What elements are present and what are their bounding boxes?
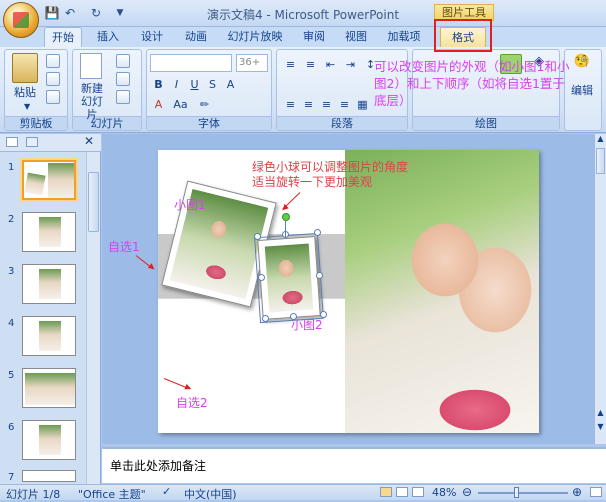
rotation-handle[interactable]	[282, 213, 290, 221]
paste-icon[interactable]	[12, 53, 38, 83]
slide-thumbnail[interactable]	[22, 212, 76, 252]
tab-view[interactable]: 视图	[342, 27, 370, 47]
outline-tab-icon[interactable]	[26, 137, 38, 147]
slide-number: 2	[8, 214, 15, 225]
slide-number: 3	[8, 266, 15, 277]
copy-icon[interactable]	[46, 72, 60, 86]
delete-slide-icon[interactable]	[116, 90, 130, 104]
slide-thumbnail[interactable]	[22, 316, 76, 356]
increase-indent-icon[interactable]: ⇥	[342, 56, 359, 73]
italic-button[interactable]: I	[168, 76, 185, 93]
slide-sorter-icon[interactable]	[396, 487, 408, 497]
shadow-button[interactable]: A	[222, 76, 239, 93]
thumbnail-scrollbar[interactable]	[86, 152, 100, 484]
slide-thumbnail[interactable]	[22, 368, 76, 408]
font-name-box[interactable]	[150, 54, 232, 72]
align-center-icon[interactable]: ≡	[300, 96, 317, 113]
format-tab-highlight	[434, 19, 492, 52]
slide-thumbnail[interactable]	[22, 160, 76, 200]
zoom-out-icon[interactable]: ⊖	[462, 485, 472, 499]
new-slide-icon[interactable]	[80, 53, 102, 79]
slides-tab-icon[interactable]	[6, 137, 18, 147]
slide-scrollbar[interactable]: ▲ ▲ ▼	[594, 134, 606, 444]
slide-number: 6	[8, 422, 15, 433]
font-size-box[interactable]: 36+	[236, 54, 268, 72]
tab-insert[interactable]: 插入	[94, 27, 122, 47]
group-label-drawing: 绘图	[413, 116, 559, 130]
slide-thumbnail[interactable]	[22, 264, 76, 304]
spellcheck-icon[interactable]: ✓	[162, 485, 171, 498]
strikethrough-button[interactable]: S	[204, 76, 221, 93]
pane-tabs: ✕	[0, 134, 101, 152]
layout-icon[interactable]	[116, 54, 130, 68]
tab-design[interactable]: 设计	[138, 27, 166, 47]
slide-thumbnail[interactable]	[22, 470, 76, 482]
normal-view-icon[interactable]	[380, 487, 392, 497]
prev-slide-icon[interactable]: ▲	[595, 408, 606, 420]
slideshow-view-icon[interactable]	[412, 487, 424, 497]
next-slide-icon[interactable]: ▼	[595, 422, 606, 434]
slide-number: 7	[8, 472, 15, 483]
slide-number: 4	[8, 318, 15, 329]
tab-home[interactable]: 开始	[44, 27, 82, 47]
notes-placeholder[interactable]: 单击此处添加备注	[110, 457, 206, 474]
wedding-photo[interactable]	[345, 150, 539, 433]
underline-button[interactable]: U	[186, 76, 203, 93]
resize-handle[interactable]	[254, 233, 261, 240]
bullets-icon[interactable]: ≡	[282, 56, 299, 73]
align-left-icon[interactable]: ≡	[282, 96, 299, 113]
scroll-thumb[interactable]	[596, 148, 605, 174]
zoom-in-icon[interactable]: ⊕	[572, 485, 582, 499]
group-label-font: 字体	[147, 116, 271, 130]
shape1-label: 自选1	[108, 240, 140, 254]
window-title: 演示文稿4 - Microsoft PowerPoint	[206, 8, 400, 22]
shape2-label: 自选2	[176, 396, 208, 410]
rotation-stem	[285, 221, 286, 237]
slide-number: 1	[8, 162, 15, 173]
resize-handle[interactable]	[258, 274, 265, 281]
scroll-thumb[interactable]	[88, 172, 99, 232]
group-label-clipboard: 剪贴板	[5, 116, 67, 130]
paste-button[interactable]: 粘贴	[10, 84, 40, 100]
pic2-label: 小图2	[291, 318, 323, 332]
new-slide-button[interactable]: 新建 幻灯片	[76, 82, 108, 121]
decrease-indent-icon[interactable]: ⇤	[322, 56, 339, 73]
align-right-icon[interactable]: ≡	[318, 96, 335, 113]
format-painter-icon[interactable]	[46, 90, 60, 104]
tab-addins[interactable]: 加载项	[384, 27, 424, 47]
group-label-paragraph: 段落	[277, 116, 407, 130]
close-pane-icon[interactable]: ✕	[84, 134, 94, 148]
tab-animation[interactable]: 动画	[182, 27, 210, 47]
bold-button[interactable]: B	[150, 76, 167, 93]
numbering-icon[interactable]: ≡	[302, 56, 319, 73]
clear-format-button[interactable]: ✏	[196, 96, 213, 113]
pic1-label: 小图1	[174, 198, 206, 212]
change-case-button[interactable]: Aa	[172, 96, 189, 113]
ribbon-annotation: 可以改变图片的外观（如小图1和小图2）和上下顺序（如将自选1置于底层）	[374, 59, 570, 108]
status-bar: 幻灯片 1/8 "Office 主题" ✓ 中文(中国) 48% ⊖ ⊕	[0, 484, 606, 501]
slide-thumbnail[interactable]	[22, 420, 76, 460]
justify-icon[interactable]: ≡	[336, 96, 353, 113]
zoom-level[interactable]: 48%	[432, 486, 456, 499]
zoom-slider[interactable]	[478, 492, 568, 494]
rotation-annotation: 绿色小球可以调整图片的角度 适当旋转一下更加美观	[252, 160, 409, 189]
office-button[interactable]	[3, 2, 39, 38]
cut-icon[interactable]	[46, 54, 60, 68]
tab-review[interactable]: 审阅	[300, 27, 328, 47]
zoom-slider-thumb[interactable]	[514, 487, 519, 498]
scroll-up-icon[interactable]: ▲	[595, 134, 606, 146]
tab-slideshow[interactable]: 幻灯片放映	[224, 27, 286, 47]
resize-handle[interactable]	[316, 272, 323, 279]
reset-icon[interactable]	[116, 72, 130, 86]
resize-handle[interactable]	[314, 229, 321, 236]
slide-number: 5	[8, 370, 15, 381]
fit-window-icon[interactable]	[590, 487, 602, 497]
resize-handle[interactable]	[262, 315, 269, 322]
font-color-button[interactable]: A	[150, 96, 167, 113]
columns-icon[interactable]: ▦	[354, 96, 371, 113]
paste-dropdown-icon[interactable]: ▼	[24, 102, 30, 111]
